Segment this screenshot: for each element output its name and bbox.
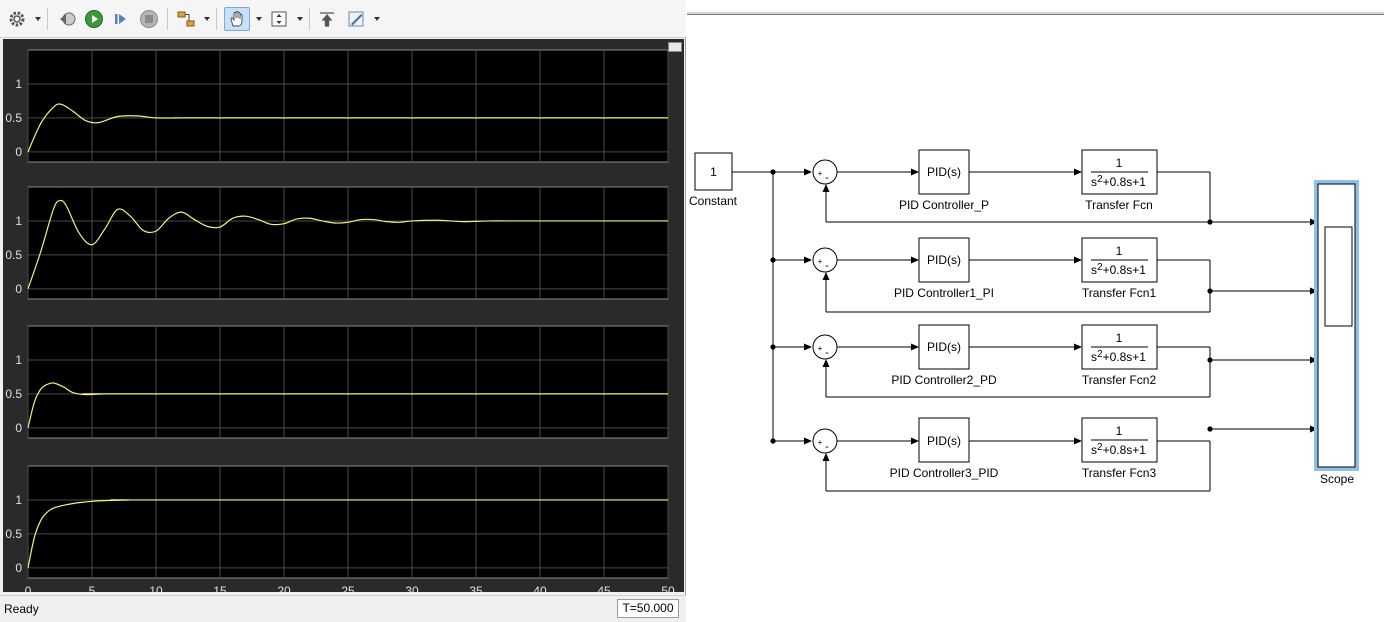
x-tick-label: 45 (597, 584, 611, 592)
y-tick-label: 0.5 (5, 248, 22, 262)
sum-minus-sign: - (825, 347, 829, 359)
y-tick-label: 1 (15, 493, 22, 507)
scope-window: 0 0.5 1 0 0.5 1 0 0.5 1 0 0.5 1 0 5 10 15 20 25 30 35 40 45 50… (0, 0, 686, 622)
y-tick-label: 1 (15, 77, 22, 91)
x-tick-label: 35 (469, 584, 483, 592)
y-tick-label: 0.5 (5, 387, 22, 401)
y-tick-label: 0 (15, 145, 22, 159)
pid-label: PID Controller3_PID (890, 466, 999, 480)
zoom-dropdown-icon[interactable] (297, 17, 303, 21)
scope-screen-icon (1324, 226, 1353, 327)
sum-minus-sign: - (825, 260, 829, 272)
x-tick-label: 15 (213, 584, 227, 592)
transfer-fcn-block-1[interactable]: 1s2+0.8s+1 (1081, 149, 1158, 195)
settings-dropdown-icon[interactable] (35, 17, 41, 21)
edit-dropdown-icon[interactable] (374, 17, 380, 21)
toolbar-separator (167, 8, 168, 30)
x-tick-label: 5 (89, 584, 96, 592)
undock-axes-button[interactable] (668, 42, 682, 52)
sum-minus-sign: - (825, 172, 829, 184)
pid-text: PID(s) (927, 434, 961, 448)
sum-minus-sign: - (825, 441, 829, 453)
highlight-block-icon[interactable] (175, 8, 197, 30)
y-tick-label: 1 (15, 353, 22, 367)
transfer-fcn-label: Transfer Fcn1 (1082, 286, 1157, 300)
pid-block-1[interactable]: PID(s) (918, 149, 970, 195)
run-icon[interactable] (83, 8, 105, 30)
status-text: Ready (4, 602, 39, 616)
scope-axes-panel-3[interactable]: 00.51 (5, 325, 669, 439)
transfer-fcn-label: Transfer Fcn3 (1082, 466, 1157, 480)
pid-block-3[interactable]: PID(s) (918, 324, 970, 370)
transfer-fcn-block-3[interactable]: 1s2+0.8s+1 (1081, 324, 1158, 370)
highlight-dropdown-icon[interactable] (204, 17, 210, 21)
simulation-time: T=50.000 (617, 599, 679, 618)
x-tick-label: 30 (405, 584, 419, 592)
stop-icon[interactable] (138, 8, 160, 30)
scope-axes-panel-4[interactable]: 00.510 5 10 15 20 25 30 35 40 45 50 (5, 465, 675, 592)
sum-block-1[interactable]: + - (812, 159, 838, 185)
x-tick-label: 40 (533, 584, 547, 592)
sum-plus-sign: + (818, 169, 823, 178)
scope-plot-area: 0 0.5 1 0 0.5 1 0 0.5 1 0 0.5 1 0 5 10 15 20 25 30 35 40 45 50 (3, 39, 684, 592)
x-tick-label: 20 (277, 584, 291, 592)
sum-block-2[interactable]: + - (812, 247, 838, 273)
toolbar-separator (47, 8, 48, 30)
sum-block-4[interactable]: + - (812, 428, 838, 454)
y-tick-label: 0 (15, 282, 22, 296)
transfer-fcn-numerator: 1 (1116, 424, 1123, 438)
pid-block-4[interactable]: PID(s) (918, 417, 970, 463)
scope-axes[interactable]: 00.5100.5100.5100.510 5 10 15 20 25 30 35 40 45 50 (3, 39, 684, 592)
pid-block-2[interactable]: PID(s) (918, 237, 970, 283)
sum-plus-sign: + (818, 344, 823, 353)
scope-label: Scope (1320, 472, 1354, 486)
status-bar: Ready T=50.000 (0, 595, 686, 622)
transfer-fcn-numerator: 1 (1116, 331, 1123, 345)
simulink-diagram: 1 Constant + - PID(s) PID Controller_P 1 s2+0.8… (687, 0, 1384, 622)
sum-block-3[interactable]: + - (812, 334, 838, 360)
block-diagram-canvas: 1Constant+ - PID(s)PID Controller_P1s2+0.8… (689, 149, 1359, 492)
pid-text: PID(s) (927, 340, 961, 354)
transfer-fcn-numerator: 1 (1116, 244, 1123, 258)
constant-block[interactable]: 1 (694, 152, 733, 191)
pid-label: PID Controller_P (899, 198, 989, 212)
y-tick-label: 0 (15, 421, 22, 435)
zoom-icon[interactable] (268, 8, 290, 30)
pid-label: PID Controller2_PD (891, 373, 997, 387)
transfer-fcn-block-2[interactable]: 1s2+0.8s+1 (1081, 237, 1158, 283)
toolbar-separator (309, 8, 310, 30)
y-tick-label: 0.5 (5, 527, 22, 541)
sum-plus-sign: + (818, 257, 823, 266)
pan-hand-icon[interactable] (224, 7, 250, 31)
y-tick-label: 0.5 (5, 111, 22, 125)
pid-text: PID(s) (927, 165, 961, 179)
scope-axes-panel-1[interactable]: 00.51 (5, 49, 669, 163)
constant-label: Constant (689, 194, 738, 208)
sum-plus-sign: + (818, 438, 823, 447)
transfer-fcn-block-4[interactable]: 1s2+0.8s+1 (1081, 417, 1158, 463)
transfer-fcn-label: Transfer Fcn2 (1082, 373, 1157, 387)
restore-view-icon[interactable] (316, 8, 338, 30)
scope-axes-panel-2[interactable]: 00.51 (5, 186, 669, 300)
toolbar-separator (216, 8, 217, 30)
scope-block[interactable] (1314, 180, 1359, 471)
x-tick-label: 0 (25, 584, 32, 592)
y-tick-label: 0 (15, 561, 22, 575)
step-back-icon[interactable] (56, 8, 78, 30)
pid-label: PID Controller1_PI (894, 286, 994, 300)
transfer-fcn-label: Transfer Fcn (1085, 198, 1153, 212)
y-tick-label: 1 (15, 214, 22, 228)
pan-dropdown-icon[interactable] (256, 17, 262, 21)
pid-text: PID(s) (927, 253, 961, 267)
step-forward-icon[interactable] (110, 8, 132, 30)
settings-gear-icon[interactable] (6, 8, 28, 30)
x-tick-label: 25 (341, 584, 355, 592)
x-tick-label: 10 (149, 584, 163, 592)
transfer-fcn-numerator: 1 (1116, 156, 1123, 170)
constant-value: 1 (710, 165, 717, 179)
x-tick-label: 50 (661, 584, 675, 592)
scope-toolbar (0, 0, 686, 38)
edit-cursor-icon[interactable] (345, 8, 367, 30)
